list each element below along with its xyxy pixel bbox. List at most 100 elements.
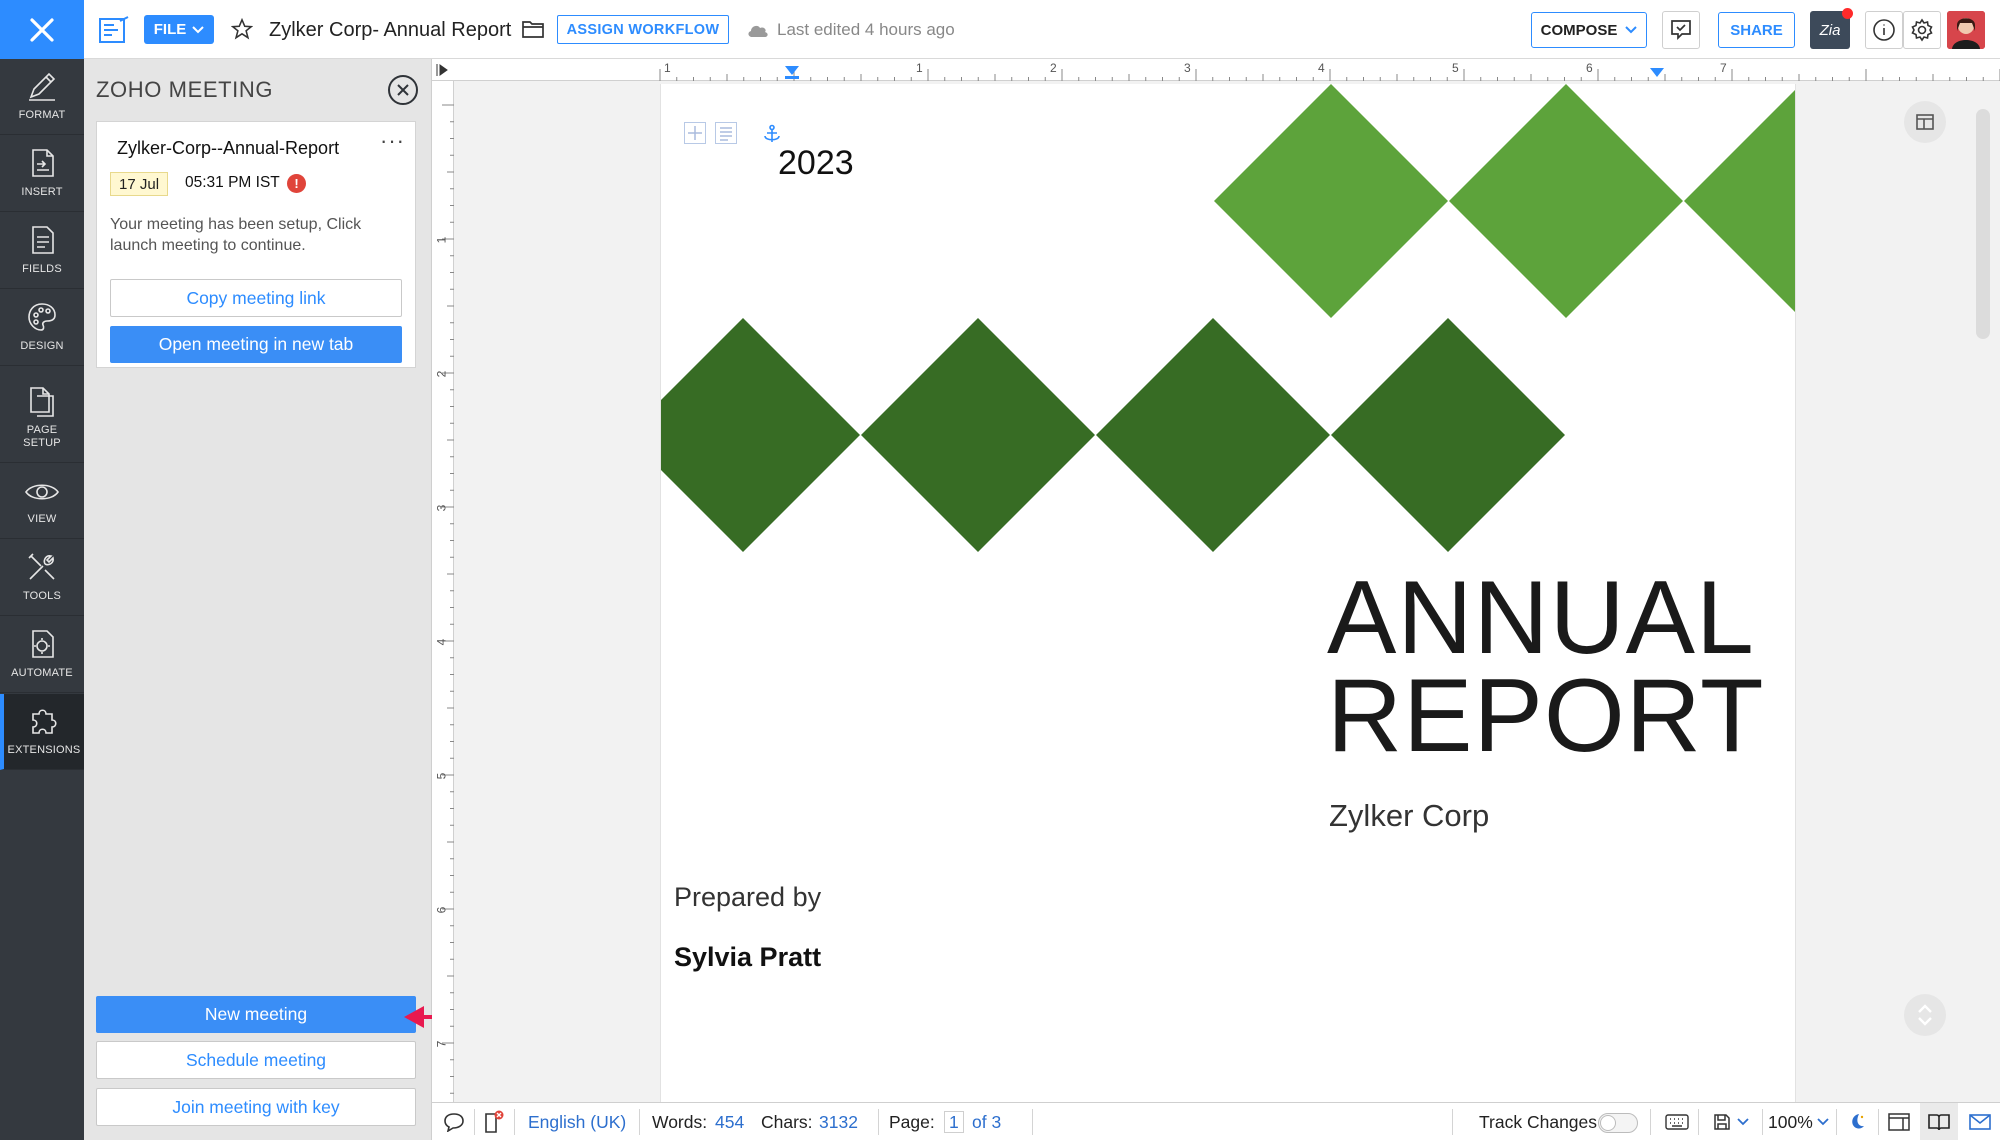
chevron-down-icon	[1625, 26, 1638, 34]
save-icon	[1714, 1114, 1730, 1130]
right-indent-marker[interactable]	[1649, 67, 1665, 79]
rail-item-label: AUTOMATE	[11, 667, 73, 679]
join-meeting-button[interactable]: Join meeting with key	[96, 1088, 416, 1126]
zia-button[interactable]: Zia	[1810, 8, 1853, 49]
left-indent-marker[interactable]	[784, 65, 800, 79]
ruler-number: 3	[1184, 61, 1191, 75]
cover-title-line-2: REPORT	[1327, 658, 1765, 774]
page-label: Page:	[889, 1111, 935, 1132]
page-setup-icon	[30, 387, 54, 417]
ruler-number: 4	[1318, 61, 1325, 75]
close-icon	[397, 84, 409, 96]
rail-item-insert[interactable]: INSERT	[0, 136, 84, 212]
errors-button[interactable]	[478, 1103, 510, 1140]
cover-year: 2023	[778, 144, 854, 182]
share-button[interactable]: SHARE	[1718, 12, 1795, 48]
more-options-button[interactable]: ···	[380, 128, 405, 154]
language-selector[interactable]: English (UK)	[528, 1103, 626, 1140]
panel-close-button[interactable]	[388, 75, 418, 105]
palette-icon	[28, 303, 56, 331]
rail-item-design[interactable]: DESIGN	[0, 290, 84, 366]
favorite-button[interactable]	[230, 17, 254, 41]
page-navigation-button[interactable]	[1904, 994, 1946, 1036]
assign-workflow-button[interactable]: ASSIGN WORKFLOW	[557, 15, 729, 44]
file-menu-button[interactable]: FILE	[144, 15, 214, 44]
eye-icon	[25, 484, 59, 500]
web-layout-button[interactable]	[1884, 1103, 1914, 1140]
vertical-ruler: 1 2 3 4 5 6 7	[432, 81, 454, 1102]
ruler-number: 1	[434, 236, 449, 244]
zoho-meeting-panel: ZOHO MEETING Zylker-Corp--Annual-Report …	[84, 59, 432, 1140]
close-icon	[30, 17, 54, 42]
review-button[interactable]	[1662, 11, 1700, 49]
compose-label: COMPOSE	[1540, 21, 1618, 39]
panel-title: ZOHO MEETING	[96, 77, 274, 102]
copy-meeting-link-button[interactable]: Copy meeting link	[110, 279, 402, 317]
zoom-selector[interactable]: 100%	[1768, 1103, 1829, 1140]
reading-view-button[interactable]	[1920, 1103, 1958, 1140]
star-icon	[231, 18, 253, 40]
rail-item-extensions[interactable]: EXTENSIONS	[0, 694, 84, 770]
folder-icon	[522, 21, 544, 38]
feedback-button[interactable]	[1964, 1103, 1996, 1140]
open-meeting-button[interactable]: Open meeting in new tab	[110, 326, 402, 363]
document-menu-button[interactable]	[98, 14, 130, 46]
add-block-button[interactable]	[684, 122, 706, 144]
rail-item-label: DESIGN	[20, 340, 64, 352]
block-options-button[interactable]	[715, 122, 737, 144]
close-editor-button[interactable]	[0, 0, 84, 59]
document-page: 2023 ANNUAL REPORT Zylker Corp Prepared …	[660, 84, 1796, 1102]
info-icon	[1873, 19, 1895, 41]
schedule-meeting-button[interactable]: Schedule meeting	[96, 1041, 416, 1079]
keyboard-icon	[1665, 1114, 1689, 1130]
anchor-icon[interactable]	[763, 124, 781, 144]
comments-button[interactable]	[438, 1103, 470, 1140]
ruler-number: 5	[1452, 61, 1459, 75]
rail-item-fields[interactable]: FIELDS	[0, 213, 84, 289]
rail-item-label: TOOLS	[22, 590, 62, 602]
rail-item-page-setup[interactable]: PAGE SETUP	[0, 367, 84, 463]
rail-item-tools[interactable]: TOOLS	[0, 540, 84, 616]
save-options-button[interactable]	[1707, 1103, 1755, 1140]
diamond-light-3	[1684, 90, 1795, 312]
prepared-by-label: Prepared by	[674, 882, 822, 912]
ruler-number: 6	[434, 906, 449, 914]
vertical-scrollbar[interactable]	[1976, 109, 1990, 339]
diamond-light-2	[1449, 84, 1683, 318]
review-icon	[1671, 20, 1691, 41]
rail-item-automate[interactable]: AUTOMATE	[0, 617, 84, 693]
rail-item-format[interactable]: FORMAT	[0, 59, 84, 135]
compose-button[interactable]: COMPOSE	[1531, 12, 1647, 48]
fields-icon	[32, 226, 54, 254]
notification-dot	[1842, 8, 1853, 19]
user-avatar[interactable]	[1947, 11, 1985, 49]
ruler-number: 2	[434, 370, 449, 378]
alert-icon[interactable]: !	[287, 174, 306, 193]
keyboard-button[interactable]	[1662, 1103, 1692, 1140]
file-label: FILE	[153, 21, 187, 38]
automate-icon	[32, 630, 54, 658]
zia-label: Zia	[1819, 21, 1841, 39]
cover-author: Sylvia Pratt	[674, 942, 822, 972]
status-bar: English (UK) Words: 454 Chars: 3132 Page…	[432, 1102, 2000, 1140]
diamond-light-1	[1214, 84, 1448, 318]
page-number-input[interactable]: 1	[944, 1111, 964, 1133]
words-count: 454	[715, 1111, 745, 1132]
new-meeting-button[interactable]: New meeting	[96, 996, 416, 1033]
page-total: of 3	[972, 1111, 1002, 1132]
meeting-time: 05:31 PM IST	[185, 174, 280, 191]
settings-button[interactable]	[1903, 11, 1941, 49]
ruler-number: 1	[916, 61, 923, 75]
ruler-number: 2	[1050, 61, 1057, 75]
plus-icon	[688, 126, 702, 140]
chars-count: 3132	[819, 1111, 858, 1132]
rail-item-label: EXTENSIONS	[7, 744, 81, 756]
track-changes-toggle[interactable]	[1598, 1113, 1638, 1133]
night-mode-button[interactable]	[1842, 1103, 1872, 1140]
info-button[interactable]	[1865, 11, 1903, 49]
folder-button[interactable]	[521, 17, 545, 41]
document-title[interactable]: Zylker Corp- Annual Report	[269, 16, 511, 44]
rail-item-view[interactable]: VIEW	[0, 463, 84, 539]
layout-toggle-button[interactable]	[1904, 101, 1946, 143]
cover-title-line-1: ANNUAL	[1327, 560, 1755, 676]
